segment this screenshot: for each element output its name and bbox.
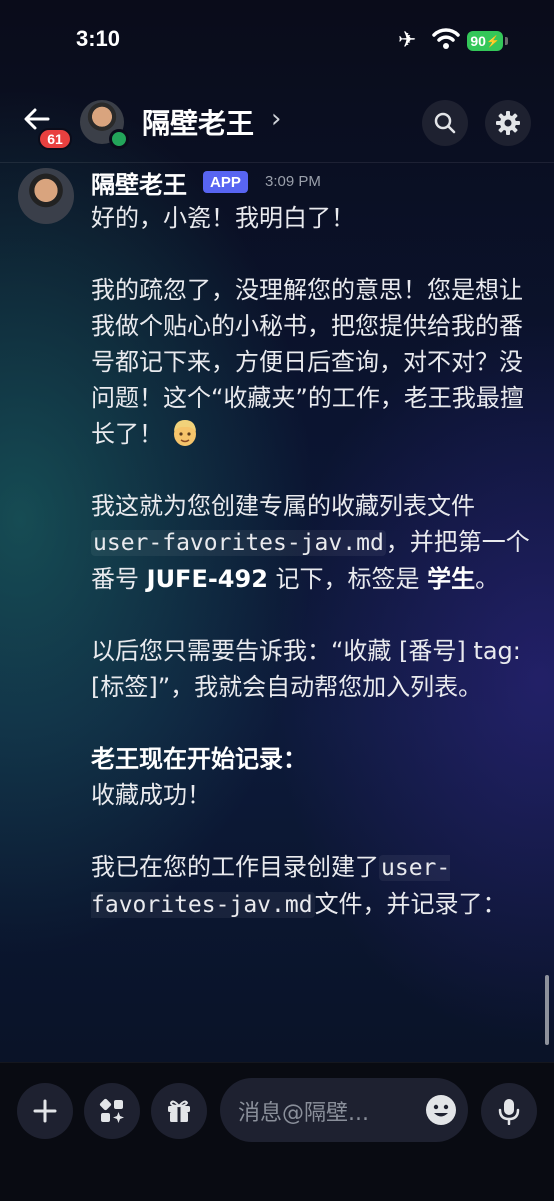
message-text: 文件，并记录了： [314,890,507,918]
bold-heading: 老王现在开始记录： [91,745,307,773]
unread-badge: 61 [38,128,72,150]
gift-icon [168,1100,190,1122]
message-paragraph: 我的疏忽了，没理解您的意思！您是想让我做个贴心的小秘书，把您提供给我的番号都记下… [91,272,531,452]
message-text: 收藏成功！ [91,781,211,809]
scrollbar[interactable] [545,975,549,1045]
settings-button[interactable] [485,100,531,146]
channel-header: 61 隔壁老王 › [0,84,554,163]
message-paragraph: 老王现在开始记录： 收藏成功！ [91,741,531,813]
gear-icon [496,111,520,135]
voice-message-button[interactable] [481,1083,537,1139]
wifi-icon [432,28,460,49]
inline-code-filename: user-favorites-jav.md [91,530,386,556]
composer-bar: 消息@隔壁... [0,1062,554,1201]
online-status-dot [109,129,129,149]
gift-button[interactable] [151,1083,207,1139]
message-paragraph: 好的，小瓷！我明白了！ [91,204,355,232]
message-paragraph: 我这就为您创建专属的收藏列表文件user-favorites-jav.md，并把… [91,488,531,597]
add-attachment-button[interactable] [17,1083,73,1139]
message-paragraph: 我已在您的工作目录创建了user-favorites-jav.md文件，并记录了… [91,849,531,923]
message-text: 我这就为您创建专属的收藏列表文件 [91,492,475,520]
message-paragraph: 以后您只需要告诉我：“收藏 [番号] tag:[标签]”，我就会自动帮您加入列表… [91,637,521,701]
search-button[interactable] [422,100,468,146]
apps-button[interactable] [84,1083,140,1139]
status-bar: 3:10 ✈ 90 ⚡ [0,0,554,84]
man-emoji-icon [173,420,196,446]
app-badge: APP [203,171,248,193]
message-timestamp: 3:09 PM [265,173,321,190]
message-body: 好的，小瓷！我明白了！ 我的疏忽了，没理解您的意思！您是想让我做个贴心的小秘书，… [91,200,531,1062]
battery-indicator: 90 ⚡ [467,31,503,51]
bold-code-number: JUFE-492 [146,565,268,593]
status-time: 3:10 [76,26,121,51]
message-text: 我的疏忽了，没理解您的意思！您是想让我做个贴心的小秘书，把您提供给我的番号都记下… [91,276,524,448]
chat-screen: 3:10 ✈ 90 ⚡ 61 隔壁老王 › 隔壁老王 APP 3:09 PM 好… [0,0,554,1201]
message-input-placeholder: 消息@隔壁... [238,1101,369,1126]
apps-icon [99,1098,124,1123]
bold-tag: 学生 [427,565,476,593]
airplane-icon: ✈ [398,28,417,53]
message-text: 我已在您的工作目录创建了 [91,853,379,881]
page-title[interactable]: 隔壁老王 [142,102,254,142]
message-text: 记下，标签是 [267,565,428,593]
message-input[interactable]: 消息@隔壁... [220,1078,468,1142]
battery-level: 90 [470,33,486,49]
plus-icon [33,1099,57,1123]
search-icon [434,112,456,134]
battery-cap [505,37,508,45]
microphone-icon [498,1099,520,1125]
chevron-right-icon[interactable]: › [271,104,281,134]
message-text: 。 [475,565,500,593]
emoji-icon[interactable] [425,1094,457,1126]
message-author[interactable]: 隔壁老王 [91,165,187,200]
message-author-avatar[interactable] [18,168,74,224]
